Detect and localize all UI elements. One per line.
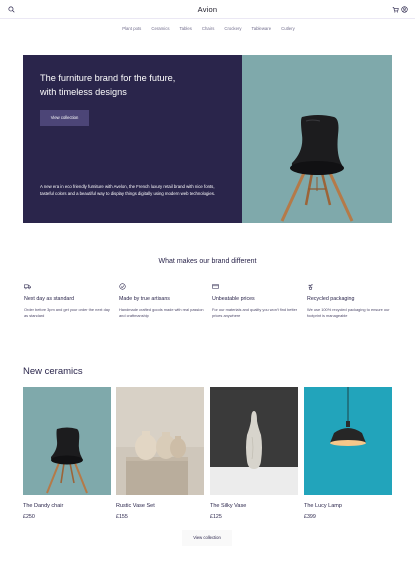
- nav-item-tables[interactable]: Tables: [180, 26, 192, 31]
- feature-delivery: Next day as standard Order before 3pm an…: [24, 283, 114, 319]
- hero-section: The furniture brand for the future, with…: [23, 55, 392, 223]
- product-name[interactable]: The Lucy Lamp: [304, 503, 342, 509]
- feature-title: Made by true artisans: [119, 296, 170, 302]
- nav-item-crockery[interactable]: Crockery: [224, 26, 241, 31]
- hero-title: The furniture brand for the future, with…: [40, 73, 176, 97]
- product-card[interactable]: The Silky Vase £125: [210, 387, 298, 520]
- hero-view-collection-button[interactable]: View collection: [40, 110, 89, 126]
- feature-text: For our materials and quality you won't …: [212, 307, 298, 318]
- product-name[interactable]: Rustic Vase Set: [116, 503, 155, 509]
- product-card[interactable]: Rustic Vase Set £155: [116, 387, 204, 520]
- product-image[interactable]: [304, 387, 392, 495]
- nav-item-ceramics[interactable]: Ceramics: [151, 26, 169, 31]
- feature-text: We use 100% recycled packaging to ensure…: [307, 307, 390, 318]
- product-price: £125: [210, 514, 222, 520]
- brand-logo[interactable]: Avion: [0, 5, 415, 14]
- credit-card-icon: [212, 284, 219, 289]
- category-nav: Plant pots Ceramics Tables Chairs Crocke…: [0, 26, 415, 31]
- feature-title: Next day as standard: [24, 296, 75, 302]
- feature-text: Handmade crafted goods made with real pa…: [119, 307, 204, 318]
- cart-icon[interactable]: [392, 6, 399, 13]
- product-image[interactable]: [210, 387, 298, 495]
- product-card[interactable]: The Dandy chair £250: [23, 387, 111, 520]
- nav-item-tableware[interactable]: Tableware: [252, 26, 272, 31]
- feature-title: Unbeatable prices: [212, 296, 255, 302]
- user-icon[interactable]: [401, 6, 408, 13]
- features-title: What makes our brand different: [158, 258, 257, 265]
- product-price: £250: [23, 514, 35, 520]
- nav-item-chairs[interactable]: Chairs: [202, 26, 214, 31]
- hero-text-panel: The furniture brand for the future, with…: [23, 55, 242, 223]
- product-name[interactable]: The Dandy chair: [23, 503, 63, 509]
- product-price: £155: [116, 514, 128, 520]
- feature-title: Recycled packaging: [307, 296, 355, 302]
- feature-packaging: Recycled packaging We use 100% recycled …: [307, 283, 397, 319]
- ceramics-section-title: New ceramics: [23, 366, 83, 377]
- feature-artisans: Made by true artisans Handmade crafted g…: [119, 283, 209, 319]
- product-card[interactable]: The Lucy Lamp £399: [304, 387, 392, 520]
- product-image[interactable]: [116, 387, 204, 495]
- top-bar: Avion: [0, 0, 415, 19]
- nav-item-cutlery[interactable]: Cutlery: [281, 26, 295, 31]
- delivery-truck-icon: [24, 284, 31, 290]
- nav-item-plant-pots[interactable]: Plant pots: [122, 26, 141, 31]
- product-image[interactable]: [23, 387, 111, 495]
- hero-description: A new era in eco friendly furniture with…: [40, 184, 216, 197]
- checkmark-circle-icon: [119, 283, 126, 290]
- product-name[interactable]: The Silky Vase: [210, 503, 246, 509]
- feature-prices: Unbeatable prices For our materials and …: [212, 283, 302, 319]
- view-collection-button[interactable]: View collection: [182, 530, 232, 546]
- plant-pot-icon: [308, 284, 313, 290]
- feature-text: Order before 3pm and get your order the …: [24, 307, 110, 318]
- hero-chair-image: [242, 55, 392, 223]
- product-price: £399: [304, 514, 316, 520]
